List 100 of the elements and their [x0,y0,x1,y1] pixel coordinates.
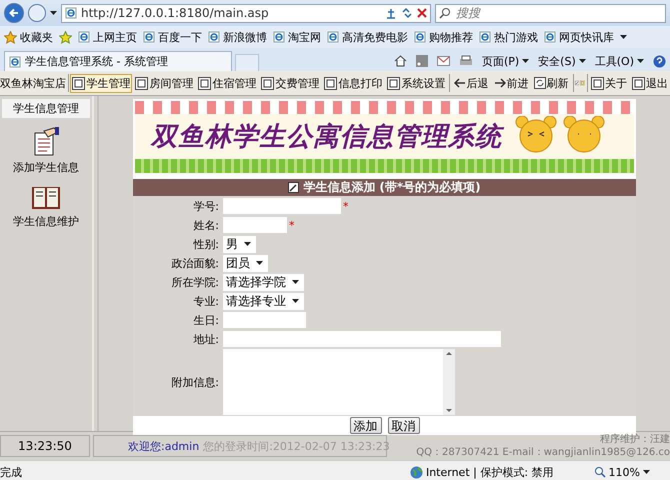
caret-icon [292,299,299,303]
clock-time: 13:23:50 [0,435,90,457]
field-label: 生日: [192,312,219,328]
frame-icon [387,76,400,90]
command-menu[interactable]: 工具(O) [594,54,644,68]
feed-icon[interactable] [416,55,428,67]
banner-title: 双鱼林学生公寓信息管理系统 [151,119,502,154]
close-icon[interactable] [417,8,427,18]
menu-tab[interactable]: 信息打印 [322,74,384,92]
menu-tab[interactable]: 交费管理 [259,74,322,92]
favorite-link[interactable]: 购物推荐 [414,30,473,44]
caret-icon [256,261,263,265]
sidebar-item[interactable]: 添加学生信息 [7,126,85,176]
caret-icon [643,470,650,474]
field-label: 性别: [192,236,219,252]
browser-tab[interactable]: 学生信息管理系统 - 系统管理 [4,51,232,71]
right-arrow-icon [494,78,506,88]
magnifier-icon [594,466,606,478]
address-field[interactable]: http://127.0.0.1:8180/main.asp [61,4,431,22]
text-field[interactable] [223,331,501,347]
mail-icon[interactable] [436,56,450,66]
help-icon[interactable] [653,54,666,68]
text-field[interactable] [223,198,341,214]
edit-icon [288,182,300,193]
caret-icon [522,59,530,63]
left-arrow-icon [9,8,19,18]
favorite-link[interactable]: 上网主页 [78,30,137,44]
required-mark: * [343,200,348,212]
frame-icon [632,76,646,90]
document-hand-icon [32,127,60,157]
field-label: 地址: [192,332,219,346]
contact-text: QQ：287307421 E-mail：wangjianlin1985@126.co [416,446,670,459]
zoom-button[interactable]: 110% [594,466,670,478]
form-note: (带*号的为必填项) [379,179,481,196]
menu-tab[interactable]: 系统设置 [385,74,448,92]
field-label: 附加信息: [170,374,219,390]
dropdown[interactable]: 请选择专业 [223,292,304,310]
text-field[interactable] [223,217,287,233]
dropdown[interactable]: 团员 [223,254,268,272]
favorite-link[interactable]: 新浪微博 [208,30,267,44]
zone-text: Internet | 保护模式: 禁用 [426,464,554,480]
form-button[interactable]: 取消 [388,417,420,434]
form-button[interactable]: 添加 [350,417,382,434]
left-arrow-icon [454,78,466,88]
printer-icon[interactable] [458,55,473,67]
dropdown[interactable]: 男 [223,236,256,252]
menu-tab[interactable]: 房间管理 [133,74,196,92]
status-text: 完成 [0,464,22,480]
refresh-icon[interactable] [401,7,413,19]
home-icon[interactable] [394,55,407,67]
caret-icon [620,35,627,39]
compat-icon[interactable] [385,7,397,19]
favorite-link[interactable]: 淘宝网 [273,30,321,44]
toolbar-button[interactable]: 退出 [630,74,670,92]
command-menu[interactable]: 安全(S) [538,54,586,68]
shop-label: 双鱼林淘宝店 [0,76,66,90]
frame-icon [324,76,338,90]
nav-button[interactable]: 刷新 [532,74,571,92]
scroll-up-icon[interactable] [446,352,452,355]
field-label: 政治面貌: [170,256,219,270]
field-label: 专业: [192,294,219,308]
welcome-text: 欢迎您:admin [128,438,200,454]
caret-icon [50,11,57,15]
text-field[interactable] [223,312,306,328]
field-label: 所在学院: [170,274,219,290]
caret-icon [637,59,644,63]
favorite-link[interactable]: 高清免费电影 [327,30,408,44]
frame-icon [135,76,148,90]
scroll-down-icon[interactable] [446,409,452,412]
favorite-link[interactable]: 热门游戏 [479,30,538,44]
favorite-link[interactable]: 网页快讯库 [544,30,614,44]
form-heading: 学生信息添加 [303,179,376,196]
maintainer-text: 程序维护：汪建 [600,433,670,446]
field-label: 姓名: [192,218,219,232]
dropdown[interactable]: 请选择学院 [223,274,304,290]
favorite-link[interactable]: 百度一下 [143,30,202,44]
caret-icon [578,59,586,63]
command-menu[interactable]: 页面(P) [482,54,530,68]
required-mark: * [289,218,294,232]
frame-icon [72,76,86,90]
sidebar-title: 学生信息管理 [2,99,90,118]
frame-icon [198,76,212,90]
toolbar-button[interactable]: 关于 [589,74,630,92]
star-icon[interactable] [59,30,72,44]
back-button[interactable] [4,3,24,23]
login-time: 您的登录时间:2012-02-07 13:23:23 [203,438,390,454]
search-field[interactable]: 搜搜 [435,4,666,22]
nav-button[interactable]: 后退 [452,74,491,92]
globe-icon [410,466,423,478]
nav-button[interactable]: 前进 [492,74,531,92]
menu-tab[interactable]: 住宿管理 [196,74,258,92]
caret-icon [244,242,251,246]
caret-icon [292,280,299,284]
field-label: 学号: [192,198,219,214]
refresh-icon [534,77,546,89]
sidebar-item[interactable]: 学生信息维护 [7,184,85,230]
menu-tab[interactable]: 学生管理 [70,74,132,92]
forward-button[interactable] [28,4,46,22]
frame-icon [261,76,274,90]
favorites-button[interactable]: 收藏夹 [4,30,53,44]
